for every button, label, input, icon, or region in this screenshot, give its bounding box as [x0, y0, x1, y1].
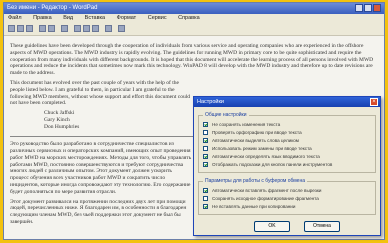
option-checkbox[interactable]: Не вставлять данные при копировании	[203, 203, 295, 210]
general-settings-group: Общие настройки Не сохранять изменения т…	[198, 112, 376, 173]
option-checkbox[interactable]: Отображать подсказки для кнопок панели и…	[203, 161, 332, 168]
toolbar	[4, 23, 384, 36]
checkbox-icon[interactable]	[203, 204, 208, 209]
copy-icon[interactable]	[83, 25, 90, 32]
option-checkbox[interactable]: Автоматически выделять слова целиком	[203, 137, 299, 144]
group-label: Общие настройки	[203, 112, 249, 118]
option-checkbox[interactable]: Не сохранять изменения текста	[203, 121, 280, 128]
settings-dialog: Настройки × Общие настройки Не сохранять…	[193, 96, 381, 236]
doc-paragraph: Этот документ развивался на протяжении п…	[10, 198, 187, 225]
menu-format[interactable]: Формат	[117, 15, 137, 21]
checkbox-icon[interactable]	[203, 138, 208, 143]
clipboard-settings-group: Параметры для работы с буфером обмена Ав…	[198, 178, 376, 215]
save-icon[interactable]	[26, 25, 33, 32]
doc-paragraph: This document has evolved over the past …	[10, 79, 190, 107]
ok-button[interactable]: OK	[254, 221, 290, 232]
close-button[interactable]	[373, 4, 381, 12]
separator	[10, 136, 210, 138]
checkbox-icon[interactable]	[203, 130, 208, 135]
menu-bar: Файл Правка Вид Вставка Формат Сервис Сп…	[4, 14, 384, 23]
option-checkbox[interactable]: Автоматически определять язык вводимого …	[203, 153, 320, 160]
cancel-button[interactable]: Отмена	[304, 221, 340, 232]
cut-icon[interactable]	[74, 25, 81, 32]
menu-help[interactable]: Справка	[178, 15, 200, 21]
find-icon[interactable]	[61, 25, 68, 32]
option-checkbox[interactable]: Автоматически вставлять фрагмент после в…	[203, 187, 321, 194]
option-checkbox[interactable]: Использовать режим замены при вводе текс…	[203, 145, 312, 152]
minimize-button[interactable]	[355, 4, 363, 12]
maximize-button[interactable]	[364, 4, 372, 12]
checkbox-icon[interactable]	[203, 146, 208, 151]
checkbox-icon[interactable]	[203, 154, 208, 159]
option-checkbox[interactable]: Сохранять исходное форматирование фрагме…	[203, 195, 319, 202]
window-title: Без имени - Редактор - WordPad	[7, 5, 98, 11]
group-label: Параметры для работы с буфером обмена	[203, 178, 308, 184]
paste-icon[interactable]	[92, 25, 99, 32]
checkbox-icon[interactable]	[203, 188, 208, 193]
menu-edit[interactable]: Правка	[33, 15, 52, 21]
undo-icon[interactable]	[105, 25, 112, 32]
option-checkbox[interactable]: Проверять орфографию при вводе текста	[203, 129, 302, 136]
menu-tools[interactable]: Сервис	[148, 15, 167, 21]
menu-file[interactable]: Файл	[8, 15, 22, 21]
dialog-title-bar: Настройки ×	[194, 97, 380, 107]
dialog-title: Настройки	[197, 99, 224, 105]
checkbox-icon[interactable]	[203, 196, 208, 201]
menu-insert[interactable]: Вставка	[85, 15, 105, 21]
open-icon[interactable]	[17, 25, 24, 32]
date-time-icon[interactable]	[118, 25, 125, 32]
doc-paragraph: These guidelines have been developed thr…	[10, 43, 374, 77]
checkbox-icon[interactable]	[203, 122, 208, 127]
title-bar: Без имени - Редактор - WordPad	[4, 3, 384, 14]
preview-icon[interactable]	[48, 25, 55, 32]
print-icon[interactable]	[39, 25, 46, 32]
menu-view[interactable]: Вид	[63, 15, 73, 21]
new-icon[interactable]	[8, 25, 15, 32]
close-icon[interactable]: ×	[370, 98, 378, 106]
checkbox-icon[interactable]	[203, 162, 208, 167]
doc-paragraph: Это руководство было разработано в сотру…	[10, 141, 192, 195]
